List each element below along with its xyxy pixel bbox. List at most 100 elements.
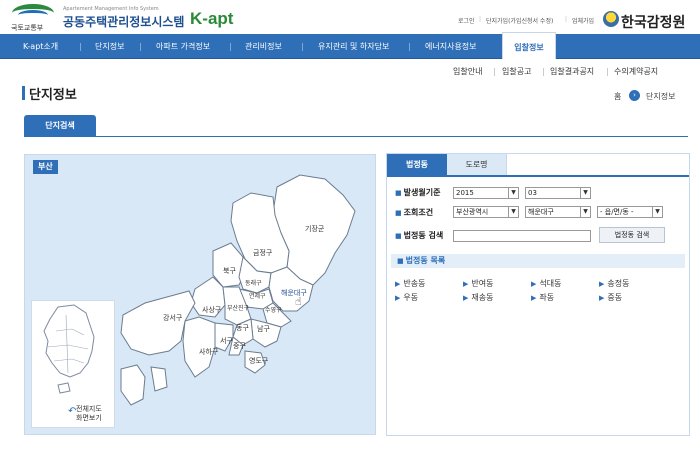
list-item-label: 좌동 [539, 293, 555, 302]
label-buk[interactable]: 북구 [223, 266, 236, 276]
korea-outline-icon [43, 304, 95, 394]
nav-divider [302, 43, 303, 51]
list-item[interactable]: ▶ 재송동 [463, 292, 493, 303]
label-sasang[interactable]: 사상구 [202, 305, 221, 315]
tab-complex-search[interactable]: 단지검색 [24, 115, 96, 137]
site-title[interactable]: 공동주택관리정보시스템 [63, 13, 184, 30]
bullet-icon: ■ [395, 209, 402, 217]
condition-label-text: 조회조건 [403, 208, 434, 217]
dong-list-title-text: 법정동 목록 [405, 256, 446, 265]
bullet-icon: ■ [395, 232, 402, 240]
label-suyeong[interactable]: 수영구 [265, 305, 282, 314]
nav-item-about[interactable]: K-apt소개 [23, 34, 58, 59]
complex-signup-link[interactable]: 단지가입(가입신청서 수정) [486, 16, 553, 25]
breadcrumb-current: 단지정보 [646, 92, 676, 101]
main-nav: K-apt소개 단지정보 아파트 가격정보 관리비정보 유지관리 및 하자담보 … [0, 32, 700, 59]
sido-select[interactable]: 부산광역시 ▼ [453, 206, 519, 218]
label-haeundae[interactable]: 해운대구 [281, 288, 307, 298]
arrow-right-icon: ▶ [599, 294, 605, 302]
arrow-right-icon: ▶ [531, 294, 537, 302]
chevron-down-icon: ▼ [580, 188, 590, 198]
island-gadeok [120, 364, 146, 406]
nav-item-fee[interactable]: 관리비정보 [245, 34, 282, 59]
label-saha[interactable]: 사하구 [199, 347, 218, 357]
ministry-logo[interactable]: 국토교통부 [8, 4, 58, 32]
list-item[interactable]: ▶ 반송동 [395, 278, 425, 289]
label-dongnae[interactable]: 동래구 [245, 278, 262, 287]
dong-search-input[interactable] [453, 230, 591, 242]
dong-search-button[interactable]: 법정동 검색 [599, 227, 665, 243]
util-separator: | [479, 16, 482, 23]
search-tab-underline [387, 175, 689, 177]
list-item[interactable]: ▶ 좌동 [531, 292, 554, 303]
breadcrumb-home[interactable]: 홈 [614, 91, 621, 102]
search-panel: 법정동 도로명 ■ 발생월기준 2015 ▼ 03 ▼ ■ 조회조건 부산광역시 ▼ 해운… [386, 153, 690, 436]
label-nam[interactable]: 남구 [257, 324, 270, 334]
util-separator: | [565, 16, 568, 23]
company-signup-link[interactable]: 업체가입 [572, 16, 594, 25]
label-dong[interactable]: 동구 [236, 323, 249, 333]
page-title-marker [22, 86, 25, 100]
tab-beopjeongdong[interactable]: 법정동 [387, 154, 447, 175]
period-label-text: 발생월기준 [403, 188, 441, 197]
full-map-text: 전체지도 [76, 405, 102, 413]
sido-value: 부산광역시 [456, 208, 489, 216]
label-gijang[interactable]: 기장군 [305, 224, 324, 234]
korea-overview-map[interactable]: ↶ 전체지도 화면보기 [31, 300, 115, 428]
eupmyeondong-value: - 읍/면/동 - [600, 208, 634, 216]
subnav-bid-notice[interactable]: 입찰공고 [502, 66, 531, 77]
region-label: 부산 [33, 160, 58, 174]
list-item[interactable]: ▶ 반여동 [463, 278, 493, 289]
ministry-name: 국토교통부 [11, 24, 44, 32]
label-yeongdo[interactable]: 영도구 [249, 356, 268, 366]
nav-item-bid[interactable]: 입찰정보 [502, 32, 556, 59]
list-item-label: 송정동 [607, 279, 630, 288]
tab-road-name[interactable]: 도로명 [447, 154, 507, 175]
chevron-down-icon: ▼ [508, 207, 518, 217]
subnav-private-contract[interactable]: 수의계약공지 [614, 66, 658, 77]
full-map-view-text: 화면보기 [76, 414, 102, 422]
arrow-right-icon: ▶ [463, 294, 469, 302]
page-title: 단지정보 [29, 88, 77, 103]
dong-search-label-text: 법정동 검색 [403, 231, 444, 240]
site-brand[interactable]: K-apt [190, 9, 233, 29]
list-item-label: 우동 [403, 293, 419, 302]
list-item-label: 반여동 [471, 279, 494, 288]
sigungu-select[interactable]: 해운대구 ▼ [525, 206, 591, 218]
list-item[interactable]: ▶ 우동 [395, 292, 418, 303]
bullet-icon: ■ [395, 189, 402, 197]
nav-item-price[interactable]: 아파트 가격정보 [156, 34, 210, 59]
nav-item-maintenance[interactable]: 유지관리 및 하자담보 [318, 34, 389, 59]
mouse-cursor-icon: ☝ [295, 295, 302, 308]
list-item[interactable]: ▶ 석대동 [531, 278, 561, 289]
full-map-link[interactable]: 전체지도 화면보기 [76, 405, 102, 423]
subnav-bid-result[interactable]: 입찰결과공지 [550, 66, 594, 77]
nav-item-complex[interactable]: 단지정보 [95, 34, 124, 59]
eupmyeondong-select[interactable]: - 읍/면/동 - ▼ [597, 206, 663, 218]
breadcrumb-arrow-icon: › [629, 90, 640, 101]
label-jung[interactable]: 중구 [233, 341, 246, 351]
year-value: 2015 [456, 189, 474, 197]
label-yeonje[interactable]: 연제구 [249, 291, 266, 300]
sigungu-value: 해운대구 [528, 208, 554, 216]
list-item[interactable]: ▶ 중동 [599, 292, 622, 303]
nav-item-energy[interactable]: 에너지사용정보 [425, 34, 477, 59]
label-seo[interactable]: 서구 [220, 336, 233, 346]
login-link[interactable]: 로그인 [458, 16, 475, 25]
label-geumjeong[interactable]: 금정구 [253, 248, 272, 258]
bullet-icon: ■ [397, 257, 404, 265]
subnav-separator [494, 68, 495, 76]
top-bar: 국토교통부 Apartement Management Info System … [0, 0, 700, 34]
year-select[interactable]: 2015 ▼ [453, 187, 519, 199]
period-label: ■ 발생월기준 [395, 187, 440, 198]
label-busanjin[interactable]: 부산진구 [227, 303, 249, 312]
subnav-bid-guide[interactable]: 입찰안내 [453, 66, 482, 77]
arrow-right-icon: ▶ [531, 280, 537, 288]
org-name[interactable]: 한국감정원 [621, 12, 685, 32]
kab-logo-icon[interactable] [603, 11, 619, 27]
month-select[interactable]: 03 ▼ [525, 187, 591, 199]
list-item[interactable]: ▶ 송정동 [599, 278, 629, 289]
tab-underline [24, 136, 688, 137]
island-small [150, 366, 168, 392]
label-gangseo[interactable]: 강서구 [163, 313, 182, 323]
